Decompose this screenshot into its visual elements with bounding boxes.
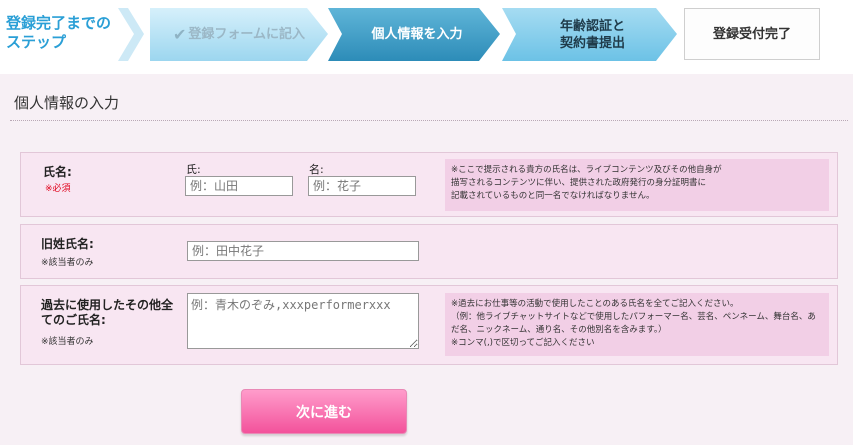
section-title: 個人情報の入力 — [14, 94, 120, 112]
maiden-name-input[interactable] — [187, 241, 419, 261]
first-name-label: 名: — [309, 163, 324, 176]
maiden-name-row: 旧姓氏名: ※該当者のみ — [20, 224, 838, 279]
step-registration-complete-label: 登録受付完了 — [712, 26, 791, 42]
next-button[interactable]: 次に進む — [241, 389, 407, 434]
aliases-label: 過去に使用したその他全 てのご氏名: — [41, 298, 174, 327]
last-name-input[interactable] — [185, 176, 293, 196]
name-row: 氏名: ※必須 氏: 名: ※ここで提示される貴方の氏名は、ライブコンテンツ及び… — [20, 152, 838, 217]
required-badge: ※必須 — [45, 184, 71, 194]
name-label: 氏名: — [43, 165, 72, 179]
aliases-note: ※過去にお仕事等の活動で使用したことのある氏名を全てご記入ください。 （例：他ラ… — [445, 293, 829, 356]
chevron-right-icon — [118, 8, 144, 61]
aliases-note-small: ※該当者のみ — [41, 337, 94, 347]
first-name-input[interactable] — [308, 176, 416, 196]
name-note: ※ここで提示される貴方の氏名は、ライブコンテンツ及びその他自身が 描写されるコン… — [445, 159, 829, 211]
maiden-name-label: 旧姓氏名: — [41, 237, 94, 251]
last-name-label: 氏: — [186, 163, 201, 176]
step-form-entry: ✔ 登録フォームに記入 — [150, 8, 328, 61]
progress-steps: 登録完了までの ステップ ✔ 登録フォームに記入 個人情報を入力 年齢認証と 契… — [0, 0, 853, 74]
checkmark-icon: ✔ — [172, 25, 187, 44]
step-age-verification-label: 年齢認証と 契約書提出 — [559, 18, 625, 51]
step-form-entry-label: 登録フォームに記入 — [188, 27, 306, 42]
title-divider — [10, 120, 848, 121]
step-age-verification: 年齢認証と 契約書提出 — [502, 8, 677, 61]
step-personal-info: 個人情報を入力 — [328, 8, 500, 61]
step-personal-info-label: 個人情報を入力 — [371, 27, 463, 42]
aliases-row: 過去に使用したその他全 てのご氏名: ※該当者のみ ※過去にお仕事等の活動で使用… — [20, 285, 838, 365]
steps-lead: 登録完了までの ステップ — [6, 14, 112, 51]
maiden-name-note: ※該当者のみ — [41, 258, 94, 268]
aliases-textarea[interactable] — [187, 293, 419, 349]
step-registration-complete: 登録受付完了 — [684, 8, 820, 60]
